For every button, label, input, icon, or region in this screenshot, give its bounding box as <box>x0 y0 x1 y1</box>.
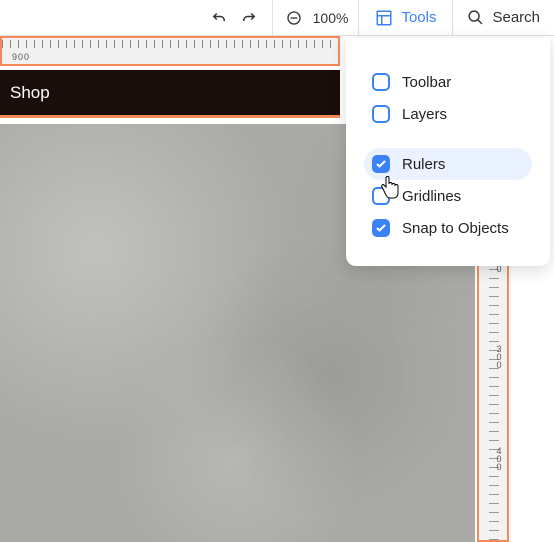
zoom-group: 100% <box>272 0 359 35</box>
horizontal-ruler-highlight: 900 <box>0 36 340 66</box>
tools-group: Tools <box>358 0 452 35</box>
tools-menu-layers[interactable]: Layers <box>364 98 532 130</box>
search-button[interactable]: Search <box>463 9 544 26</box>
search-button-label: Search <box>492 9 540 26</box>
redo-button[interactable] <box>238 7 260 29</box>
page-nav-bar: Shop <box>0 70 340 118</box>
h-ruler-tick-label: 900 <box>12 52 30 62</box>
undo-button[interactable] <box>208 7 230 29</box>
zoom-out-button[interactable] <box>283 7 305 29</box>
top-toolbar: 100% Tools Search <box>0 0 554 36</box>
tools-button[interactable]: Tools <box>369 9 442 27</box>
search-group: Search <box>452 0 554 35</box>
checkbox-icon[interactable] <box>372 155 390 173</box>
horizontal-ruler[interactable]: 900 <box>2 38 338 64</box>
menu-item-label: Snap to Objects <box>402 220 509 237</box>
checkbox-icon[interactable] <box>372 105 390 123</box>
tools-menu-snap[interactable]: Snap to Objects <box>364 212 532 244</box>
tools-dropdown: Toolbar Layers Rulers Gridlines Snap to … <box>346 38 550 266</box>
v-ruler-tick-300: 300 <box>494 344 504 368</box>
v-ruler-tick-400: 400 <box>494 446 504 470</box>
menu-item-label: Gridlines <box>402 188 461 205</box>
checkbox-icon[interactable] <box>372 73 390 91</box>
vertical-ruler-highlight: 0 300 400 <box>477 258 509 542</box>
checkbox-icon[interactable] <box>372 187 390 205</box>
tools-menu-toolbar[interactable]: Toolbar <box>364 66 532 98</box>
zoom-level[interactable]: 100% <box>313 10 349 26</box>
nav-item-shop[interactable]: Shop <box>10 83 50 103</box>
tools-menu-gridlines[interactable]: Gridlines <box>364 180 532 212</box>
menu-item-label: Toolbar <box>402 74 451 91</box>
tools-menu-rulers[interactable]: Rulers <box>364 148 532 180</box>
vertical-ruler[interactable]: 0 300 400 <box>479 260 507 540</box>
tools-button-label: Tools <box>401 9 436 26</box>
history-group <box>0 0 272 35</box>
checkbox-icon[interactable] <box>372 219 390 237</box>
menu-item-label: Rulers <box>402 156 445 173</box>
menu-item-label: Layers <box>402 106 447 123</box>
